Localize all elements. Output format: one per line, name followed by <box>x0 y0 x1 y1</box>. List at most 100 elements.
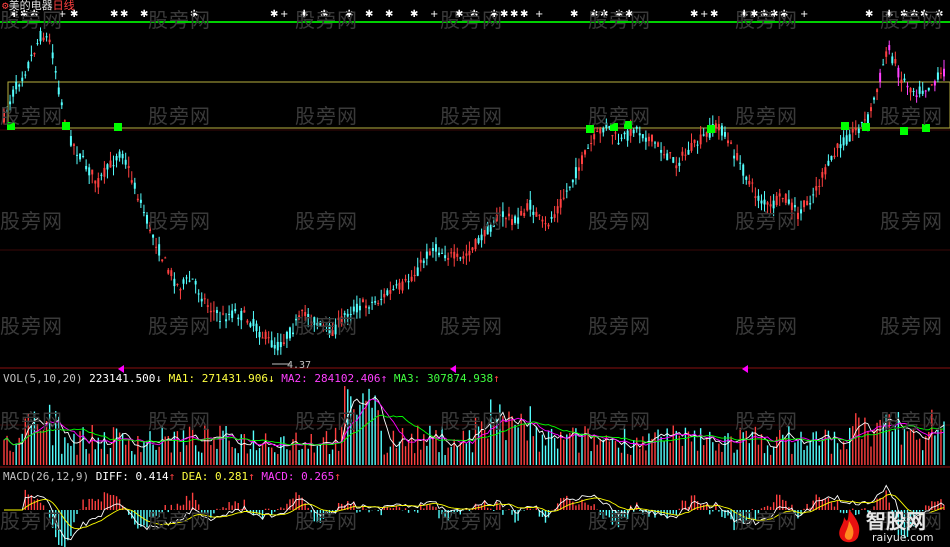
star-marker: ✱ <box>110 9 118 20</box>
logo-url: raiyue.com <box>872 531 934 544</box>
gear-icon: ⚙ <box>2 0 9 12</box>
candle-body <box>617 142 620 145</box>
candle-body <box>538 214 541 216</box>
star-marker: ✱ <box>710 9 718 20</box>
candle-body <box>441 252 444 254</box>
candle-body <box>851 129 854 133</box>
low-price-marker: 4.37 <box>287 360 312 371</box>
star-marker: ✱ <box>510 9 518 20</box>
candle-body <box>894 59 897 64</box>
watermark-text: 股旁网 <box>880 314 943 338</box>
candle-body <box>258 331 261 338</box>
candle-body <box>784 193 787 203</box>
candle-body <box>678 162 681 166</box>
candle-body <box>553 214 556 218</box>
candle-body <box>176 283 179 285</box>
candle-body <box>657 142 660 147</box>
candle-body <box>760 200 763 204</box>
watermark-text: 股旁网 <box>588 104 651 128</box>
candle-body <box>842 137 845 146</box>
candle-body <box>869 107 872 112</box>
candle-body <box>748 180 751 185</box>
star-marker: ✱ <box>520 9 528 20</box>
candle-body <box>127 166 130 168</box>
candle-body <box>389 290 392 294</box>
candle-body <box>854 128 857 131</box>
candle-body <box>404 278 407 281</box>
candle-body <box>136 198 139 201</box>
star-marker: + <box>430 9 438 20</box>
candle-body <box>200 298 203 302</box>
signal-square-8 <box>862 123 870 131</box>
candle-body <box>76 154 79 156</box>
candle-body <box>644 137 647 142</box>
candle-body <box>824 167 827 175</box>
candle-body <box>544 223 547 225</box>
watermark-text: 股旁网 <box>440 104 503 128</box>
candle-body <box>897 67 900 78</box>
macd-dea-value: 0.281 <box>214 470 249 483</box>
watermark-text: 股旁网 <box>588 509 651 533</box>
chart-canvas[interactable]: ✱ ✱ ✱ + ✱ ✱ ✱ ✱ ✱ ✱ + ✱ ✱ ✱ ✱ ✱ ✱ + ✱ ✱ ✱ ✱ ✱ ✱ + ✱ ✱ ✱ ✱ ✱ ✱ + ✱ ✱ ✱ ✱ ✱ ✱ + ✱… <box>0 0 950 547</box>
candle-body <box>212 310 215 312</box>
candle-body <box>279 342 282 348</box>
candle-body <box>918 86 921 94</box>
candle-body <box>94 180 97 184</box>
candle-body <box>185 277 188 279</box>
candle-body <box>577 167 580 171</box>
candle-body <box>903 78 906 81</box>
watermark-text: 股旁网 <box>0 509 63 533</box>
candle-body <box>82 155 85 157</box>
candle-body <box>243 310 246 313</box>
candle-body <box>930 84 933 86</box>
candle-body <box>462 256 465 259</box>
candle-body <box>255 323 258 332</box>
candle-body <box>88 167 91 176</box>
candle-body <box>888 45 891 51</box>
candle-body <box>684 154 687 156</box>
candle-body <box>261 337 264 339</box>
candle-body <box>647 136 650 142</box>
candle-body <box>237 317 240 320</box>
candle-body <box>267 337 270 339</box>
candle-body <box>416 267 419 276</box>
candle-body <box>751 182 754 184</box>
candle-body <box>206 305 209 307</box>
candle-body <box>179 289 182 291</box>
watermark-text: 股旁网 <box>0 104 63 128</box>
vol-arrow: ↓ <box>155 372 162 385</box>
candle-body <box>422 260 425 263</box>
stock-chart[interactable]: ✱ ✱ ✱ + ✱ ✱ ✱ ✱ ✱ ✱ + ✱ ✱ ✱ ✱ ✱ ✱ + ✱ ✱ ✱ ✱ ✱ ✱ + ✱ ✱ ✱ ✱ ✱ ✱ + ✱ ✱ ✱ ✱ ✱ ✱ + ✱… <box>0 0 950 547</box>
candle-body <box>264 331 267 339</box>
candle-body <box>142 212 145 214</box>
candle-body <box>839 144 842 149</box>
candle-body <box>459 257 462 259</box>
watermark-text: 股旁网 <box>880 409 943 433</box>
watermark-text: 股旁网 <box>148 104 211 128</box>
candle-body <box>480 234 483 241</box>
period-label: 日线 <box>52 0 75 12</box>
candle-body <box>380 298 383 300</box>
candle-body <box>821 172 824 178</box>
candle-body <box>654 142 657 144</box>
candle-body <box>438 252 441 256</box>
flame-icon <box>839 509 860 543</box>
candle-body <box>818 185 821 187</box>
candle-body <box>36 43 39 45</box>
candle-body <box>398 282 401 290</box>
candle-body <box>812 194 815 196</box>
candle-body <box>374 301 377 303</box>
candle-body <box>63 120 66 122</box>
watermark-text: 股旁网 <box>735 314 798 338</box>
candle-body <box>139 199 142 203</box>
candle-body <box>909 87 912 93</box>
macd-value: 0.265 <box>301 470 335 483</box>
candle-body <box>696 144 699 146</box>
candle-body <box>596 131 599 133</box>
candle-body <box>91 169 94 175</box>
candle-body <box>234 308 237 312</box>
candle-body <box>30 54 33 57</box>
watermark-text: 股旁网 <box>880 104 943 128</box>
vol-ma2-label: MA2: <box>281 372 308 385</box>
vol-ma1-value: 271431.906 <box>201 372 268 385</box>
